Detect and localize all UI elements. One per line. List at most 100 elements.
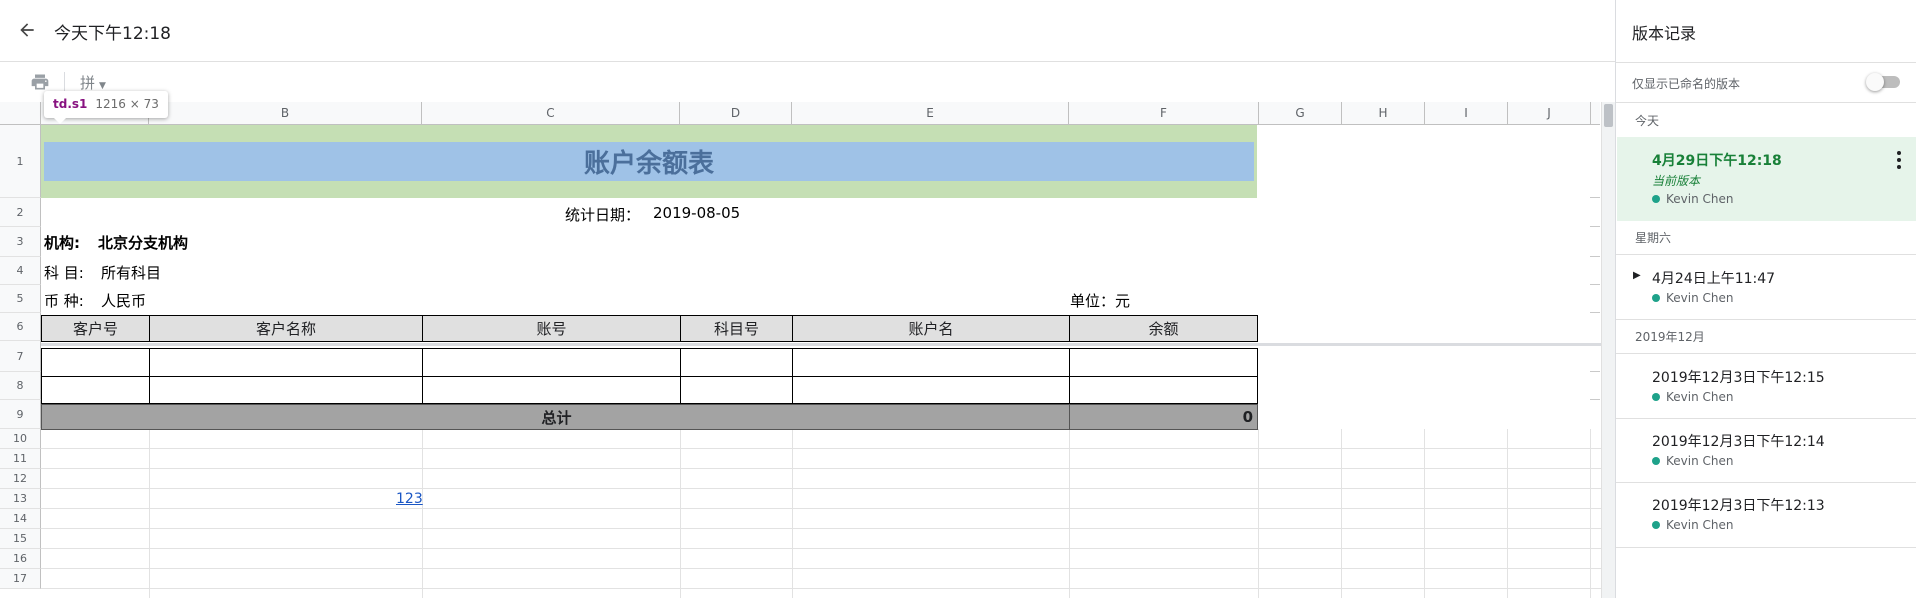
more-options-icon[interactable] [1889, 149, 1909, 171]
version-item[interactable]: 2019年12月3日下午12:14 Kevin Chen [1617, 419, 1916, 482]
row-header[interactable]: 3 [0, 227, 41, 257]
version-title: 2019年12月3日下午12:15 [1652, 370, 1825, 386]
table-cell[interactable] [680, 376, 793, 404]
column-header-d[interactable]: D [680, 102, 792, 125]
tooltip-tag: td.s1 [53, 97, 88, 111]
panel-title: 版本记录 [1632, 24, 1697, 43]
row-header[interactable]: 12 [0, 469, 41, 489]
row-header[interactable]: 16 [0, 549, 41, 569]
table-cell[interactable] [792, 348, 1070, 377]
column-header-e[interactable]: E [792, 102, 1069, 125]
named-versions-toggle[interactable] [1866, 73, 1902, 91]
named-versions-toggle-label: 仅显示已命名的版本 [1632, 77, 1741, 91]
vertical-scrollbar[interactable] [1601, 102, 1615, 598]
table-cell[interactable] [41, 348, 150, 377]
table-header-subject-no[interactable]: 科目号 [680, 315, 793, 342]
table-cell[interactable] [1069, 348, 1258, 377]
gridline [1590, 284, 1600, 285]
gridline [680, 429, 681, 598]
gridline [41, 568, 1601, 569]
table-cell[interactable] [149, 376, 423, 404]
gridline [1424, 429, 1425, 598]
row-header[interactable]: 10 [0, 429, 41, 449]
frozen-row-divider[interactable] [41, 343, 1601, 346]
version-item[interactable]: 2019年12月3日下午12:13 Kevin Chen [1617, 483, 1916, 547]
gridline [149, 429, 150, 598]
cell-grid[interactable]: 账户余额表 统计日期： 2019-08-05 机构: 北京分支机构 科 目: 所… [41, 125, 1601, 598]
column-header-c[interactable]: C [422, 102, 680, 125]
row-header[interactable]: 13 [0, 489, 41, 509]
table-header-balance[interactable]: 余额 [1069, 315, 1258, 342]
table-header-customer-id[interactable]: 客户号 [41, 315, 150, 342]
cell-link[interactable]: 123 [396, 491, 423, 507]
row-header[interactable]: 5 [0, 285, 41, 313]
version-item[interactable]: 2019年12月3日下午12:15 Kevin Chen [1617, 354, 1916, 418]
table-cell[interactable] [41, 376, 150, 404]
total-label-cell[interactable]: 总计 [41, 404, 1070, 430]
column-header-i[interactable]: I [1425, 102, 1508, 125]
author-color-dot [1652, 195, 1660, 203]
row-header[interactable]: 2 [0, 198, 41, 227]
gridline [41, 508, 1601, 509]
scrollbar-thumb[interactable] [1604, 104, 1613, 127]
title-cell[interactable]: 账户余额表 [41, 125, 1257, 198]
group-label-today: 今天 [1635, 114, 1660, 128]
author-color-dot [1652, 393, 1660, 401]
version-title: 4月24日上午11:47 [1652, 271, 1776, 287]
row-header[interactable]: 17 [0, 569, 41, 589]
org-value: 北京分支机构 [98, 234, 189, 252]
panel-divider [1616, 102, 1916, 103]
table-cell[interactable] [680, 348, 793, 377]
table-cell[interactable] [422, 376, 681, 404]
row-header[interactable]: 6 [0, 313, 41, 341]
row-header[interactable]: 4 [0, 257, 41, 285]
column-header-j[interactable]: J [1508, 102, 1591, 125]
row-header[interactable]: 15 [0, 529, 41, 549]
column-header-h[interactable]: H [1342, 102, 1425, 125]
currency-label: 币 种: [44, 292, 84, 310]
subject-value: 所有科目 [101, 264, 162, 282]
row-header[interactable]: 9 [0, 400, 41, 429]
panel-divider [1616, 319, 1916, 320]
version-title: 4月29日下午12:18 [1652, 153, 1782, 169]
table-cell[interactable] [149, 348, 423, 377]
back-arrow-icon[interactable] [12, 15, 42, 45]
gridline [1590, 256, 1600, 257]
column-header-g[interactable]: G [1259, 102, 1342, 125]
toolbar: 拼 ▼ [0, 62, 1615, 102]
author-name: Kevin Chen [1666, 454, 1734, 468]
table-cell[interactable] [792, 376, 1070, 404]
table-cell[interactable] [422, 348, 681, 377]
column-header-b[interactable]: B [149, 102, 422, 125]
version-item[interactable]: ▶ 4月24日上午11:47 Kevin Chen [1617, 255, 1916, 319]
font-dropdown[interactable]: 拼 ▼ [80, 72, 106, 93]
row-header[interactable]: 7 [0, 341, 41, 372]
print-icon[interactable] [30, 72, 50, 92]
gridline [41, 448, 1601, 449]
toggle-knob [1866, 73, 1884, 91]
gridline [422, 429, 423, 598]
row-header[interactable]: 14 [0, 509, 41, 529]
stat-date-label: 统计日期： [565, 206, 641, 224]
spreadsheet: A B C D E F G H I J 1 2 3 4 5 6 7 8 9 10… [0, 102, 1615, 598]
row-header[interactable]: 8 [0, 372, 41, 400]
version-item-current[interactable]: 4月29日下午12:18 当前版本 Kevin Chen [1617, 137, 1916, 221]
select-all-corner[interactable] [0, 102, 41, 125]
row-header[interactable]: 11 [0, 449, 41, 469]
total-value-cell[interactable]: 0 [1069, 404, 1258, 430]
row-header[interactable]: 1 [0, 125, 41, 198]
unit-label: 单位：元 [1070, 292, 1131, 310]
table-header-customer-name[interactable]: 客户名称 [149, 315, 423, 342]
table-header-account-no[interactable]: 账号 [422, 315, 681, 342]
gridline [41, 528, 1601, 529]
table-header-account-name[interactable]: 账户名 [792, 315, 1070, 342]
column-header-f[interactable]: F [1069, 102, 1259, 125]
total-value: 0 [1242, 408, 1253, 426]
version-author: Kevin Chen [1652, 454, 1733, 468]
author-color-dot [1652, 294, 1660, 302]
expand-arrow-icon[interactable]: ▶ [1633, 270, 1641, 281]
gridline [41, 468, 1601, 469]
chevron-down-icon: ▼ [99, 81, 106, 91]
table-cell[interactable] [1069, 376, 1258, 404]
currency-value: 人民币 [101, 292, 147, 310]
